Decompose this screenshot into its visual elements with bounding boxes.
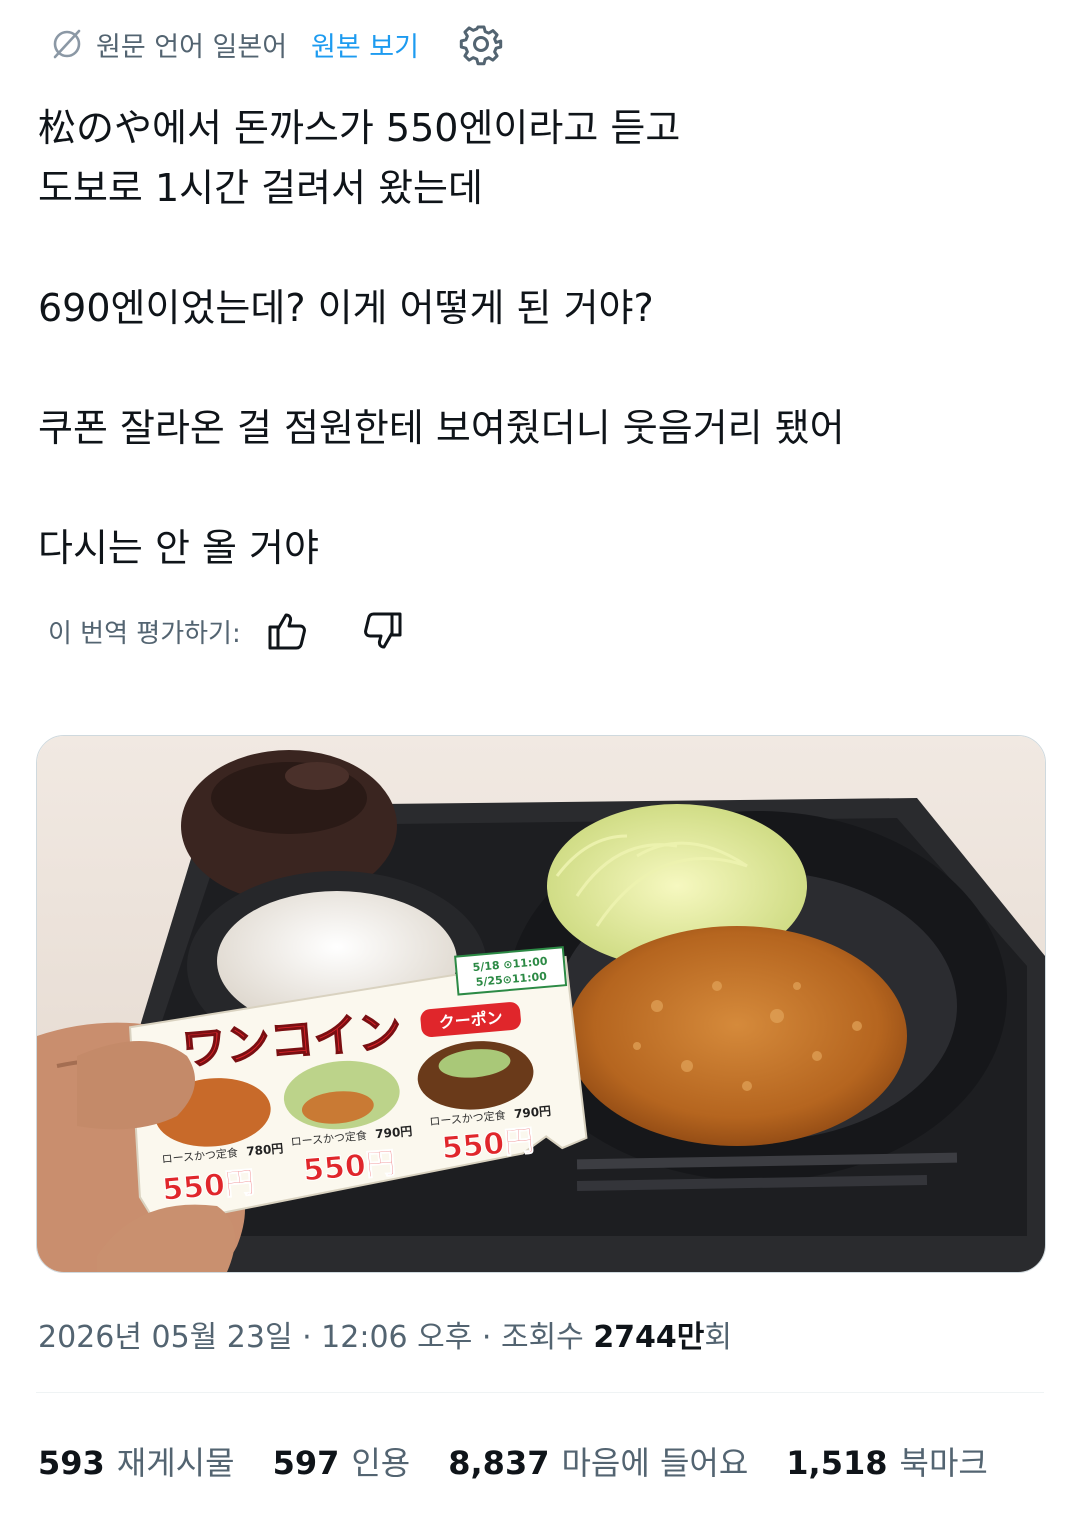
bookmarks-count: 1,518 <box>786 1444 888 1482</box>
views-count[interactable]: 2744만 <box>593 1320 704 1355</box>
views-unit: 회 <box>704 1320 733 1355</box>
translation-bar: 원문 언어 일본어 원본 보기 <box>50 22 503 66</box>
quotes-label: 인용 <box>351 1444 411 1482</box>
bookmarks-label: 북마크 <box>899 1444 988 1482</box>
bookmarks-stat[interactable]: 1,518 북마크 <box>786 1438 988 1484</box>
translate-globe-icon <box>53 29 81 59</box>
divider <box>36 1392 1044 1393</box>
tweet-meta: 2026년 05월 23일 · 12:06 오후 · 조회수 2744만회 <box>38 1312 732 1356</box>
tweet-photo[interactable]: 5/18 ⊙11:00 5/25⊙11:00 ワンコイン クーポン ロースかつ定… <box>36 735 1046 1273</box>
tweet-line: 다시는 안 올 거야 <box>38 526 319 570</box>
rate-translation-label: 이 번역 평가하기: <box>48 618 241 649</box>
retweets-label: 재게시물 <box>116 1444 235 1482</box>
tweet-line: 쿠폰 잘라온 걸 점원한테 보여줬더니 웃음거리 됐어 <box>38 406 845 450</box>
tweet-line: 도보로 1시간 걸려서 왔는데 <box>38 166 483 210</box>
tweet-datetime: 2026년 05월 23일 · 12:06 오후 · 조회수 <box>38 1320 594 1355</box>
quotes-count: 597 <box>272 1444 340 1482</box>
tweet-line: 690엔이었는데? 이게 어떻게 된 거야? <box>38 286 654 330</box>
quotes-stat[interactable]: 597 인용 <box>273 1438 411 1484</box>
show-original-link[interactable]: 원본 보기 <box>311 25 419 64</box>
thumbs-up-icon[interactable] <box>265 608 311 654</box>
likes-stat[interactable]: 8,837 마음에 들어요 <box>448 1438 748 1484</box>
source-language-label: 원문 언어 일본어 <box>96 31 288 63</box>
rate-translation-bar: 이 번역 평가하기: <box>48 606 405 656</box>
retweets-stat[interactable]: 593 재게시물 <box>38 1438 235 1484</box>
retweets-count: 593 <box>38 1444 105 1482</box>
likes-count: 8,837 <box>448 1444 550 1482</box>
settings-gear-icon[interactable] <box>459 22 503 66</box>
engagement-stats: 593 재게시물 597 인용 8,837 마음에 들어요 1,518 북마크 <box>38 1438 1026 1484</box>
tonkatsu-tray-photo: 5/18 ⊙11:00 5/25⊙11:00 ワンコイン クーポン ロースかつ定… <box>37 736 1045 1272</box>
likes-label: 마음에 들어요 <box>561 1444 749 1482</box>
tweet-line: 松のや에서 돈까스가 550엔이라고 듣고 <box>38 106 681 150</box>
tweet-text: 松のや에서 돈까스가 550엔이라고 듣고 도보로 1시간 걸려서 왔는데 69… <box>38 98 1048 578</box>
thumbs-down-icon[interactable] <box>359 608 405 654</box>
